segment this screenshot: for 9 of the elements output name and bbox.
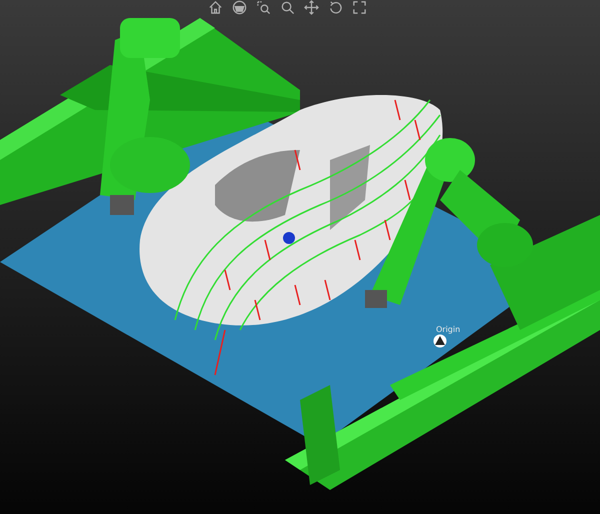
move-icon[interactable] (304, 0, 319, 15)
rotate-icon[interactable] (328, 0, 343, 15)
zoom-icon[interactable] (280, 0, 295, 15)
home-icon[interactable] (208, 0, 223, 15)
origin-marker-icon (433, 334, 448, 348)
zoom-window-icon[interactable] (256, 0, 271, 15)
expand-icon[interactable] (352, 0, 367, 15)
orbit-icon[interactable] (232, 0, 247, 15)
origin-label: Origin (436, 325, 460, 334)
